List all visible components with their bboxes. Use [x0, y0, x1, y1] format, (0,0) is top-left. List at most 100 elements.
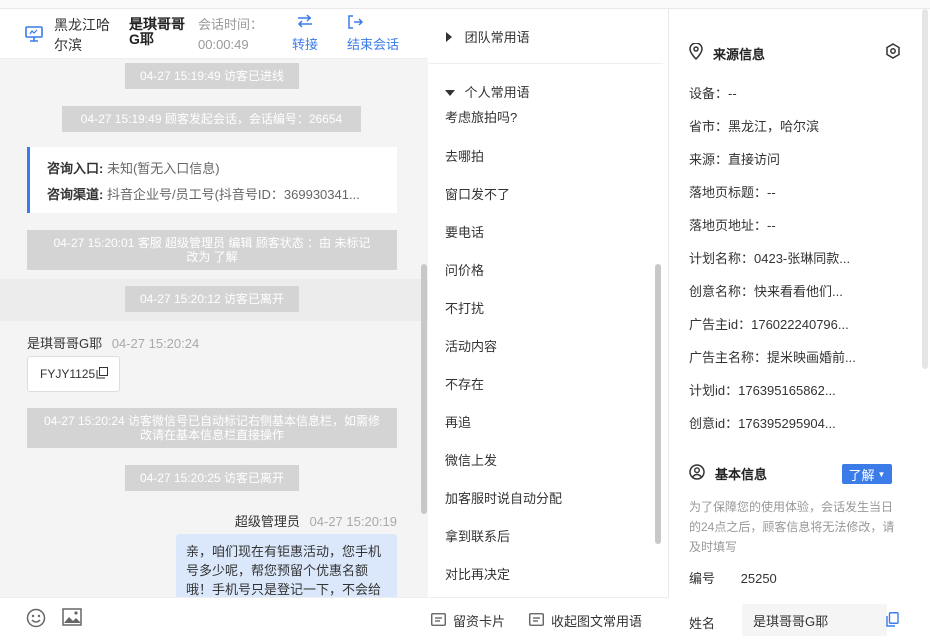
phrase-item[interactable]: 考虑旅拍吗? — [445, 107, 517, 126]
edit-notice-line1: 为了保障您的使用体验，会话发生当日 — [689, 500, 894, 514]
consult-entry-value: 未知(暂无入口信息) — [106, 161, 220, 176]
phrase-item[interactable]: 不存在 — [445, 374, 484, 393]
system-message: 04-27 15:19:49 访客已进线 — [125, 63, 299, 89]
collapse-phrases-button[interactable]: 收起图文常用语 — [529, 611, 642, 630]
visitor-location: 黑龙江哈 尔滨 — [54, 15, 110, 55]
wechat-id-text: FYJY1125 — [40, 367, 96, 381]
app-root: 黑龙江哈 尔滨 是琪哥哥 G耶 会话时间： 00:00:49 转接 结束会话 0… — [0, 0, 930, 642]
collapse-phrases-label: 收起图文常用语 — [551, 614, 643, 629]
copy-name-icon[interactable] — [886, 612, 899, 630]
transfer-icon — [290, 14, 320, 34]
leave-card-label: 留资卡片 — [453, 614, 506, 629]
visitor-name-line1: 是琪哥哥 — [129, 16, 185, 32]
system-message: 04-27 15:20:01 客服 超级管理员 编辑 顾客状态 ：由 未标记 改… — [27, 230, 397, 270]
user-circle-icon — [689, 464, 705, 483]
emoji-icon[interactable] — [26, 608, 46, 631]
number-value: 25250 — [740, 571, 777, 586]
source-info-row: 广告主id：176022240796... — [689, 317, 849, 332]
collapse-icon — [529, 612, 544, 629]
source-info-title: 来源信息 — [713, 46, 766, 62]
visitor-location-line2: 尔滨 — [54, 37, 82, 53]
edit-notice-line2: 的24点之后，顾客信息将无法修改，请 — [689, 520, 895, 534]
source-info-row: 创意id：176395295904... — [689, 416, 836, 431]
phrase-list: 考虑旅拍吗? 去哪拍窗口发不了要电话问价格不打扰活动内容不存在再追微信上发加客服时… — [429, 9, 669, 597]
consult-channel-value: 抖音企业号/员工号(抖音号ID：369930341... — [106, 187, 360, 202]
phrase-item[interactable]: 加客服时说自动分配 — [445, 488, 562, 507]
consult-channel-row: 咨询渠道: 抖音企业号/员工号(抖音号ID：369930341... — [47, 184, 387, 203]
source-info-row: 广告主名称：提米映画婚前... — [689, 350, 856, 365]
session-time-label: 会话时间： — [198, 17, 264, 32]
system-message: 04-27 15:19:49 顾客发起会话，会话编号：26654 — [62, 106, 361, 132]
source-info-header: 来源信息 — [689, 42, 766, 63]
phrase-item[interactable]: 微信上发 — [445, 450, 497, 469]
info-panel: 来源信息 设备：-- 省市：黑龙江，哈尔滨 来源：直接访问 落地页标题：-- 落地页地址… — [670, 9, 930, 642]
chat-scrollbar[interactable] — [421, 264, 427, 514]
status-badge-label: 了解 — [848, 467, 875, 483]
number-row: 编号 25250 — [689, 568, 777, 587]
end-session-button[interactable]: 结束会话 — [347, 14, 407, 53]
leave-card-button[interactable]: 留资卡片 — [431, 611, 505, 630]
name-field[interactable]: 是琪哥哥G耶 — [742, 604, 887, 636]
phrase-item[interactable]: 去哪拍 — [445, 146, 484, 165]
phrase-item[interactable]: 问价格 — [445, 260, 484, 279]
source-info-row: 落地页标题：-- — [689, 185, 776, 200]
basic-info-header: 基本信息 — [689, 464, 767, 483]
message-list[interactable]: 04-27 15:19:49 访客已进线 04-27 15:19:49 顾客发起… — [0, 59, 428, 597]
chevron-down-icon: ▼ — [877, 469, 886, 479]
phrases-scrollbar[interactable] — [655, 264, 661, 544]
phrase-item[interactable]: 再追 — [445, 412, 471, 431]
source-info-row: 落地页地址：-- — [689, 218, 776, 233]
phrase-item[interactable]: 要电话 — [445, 222, 484, 241]
agent-message-meta: 超级管理员 04-27 15:20:19 — [235, 511, 397, 530]
agent-message-bubble: 亲，咱们现在有钜惠活动，您手机号多少呢，帮您预留个优惠名额哦！手机号只是登记一下… — [176, 534, 397, 597]
top-strip — [0, 0, 930, 9]
phrase-item[interactable]: 对比再决定 — [445, 564, 510, 583]
number-label: 编号 — [689, 571, 716, 586]
edit-notice-line3: 及时填写 — [689, 540, 738, 554]
session-time-value: 00:00:49 — [198, 37, 249, 52]
visitor-message-meta: 是琪哥哥G耶 04-27 15:20:24 — [27, 333, 199, 352]
monitor-icon — [25, 26, 43, 45]
source-info-row: 设备：-- — [689, 86, 737, 101]
chat-footer — [0, 597, 428, 642]
agent-sender: 超级管理员 — [234, 514, 300, 529]
consult-channel-label: 咨询渠道: — [47, 187, 104, 202]
source-info-row: 计划名称：0423-张琳同款... — [689, 251, 851, 266]
copy-icon[interactable] — [96, 366, 109, 382]
source-info-row: 计划id：176395165862... — [689, 383, 836, 398]
source-info-row: 来源：直接访问 — [689, 152, 781, 167]
session-time: 会话时间： 00:00:49 — [198, 15, 263, 55]
chat-panel: 黑龙江哈 尔滨 是琪哥哥 G耶 会话时间： 00:00:49 转接 结束会话 0… — [0, 9, 428, 642]
phrase-item[interactable]: 不打扰 — [445, 298, 484, 317]
basic-info-title: 基本信息 — [715, 467, 768, 482]
system-message: 04-27 15:20:24 访客微信号已自动标记右侧基本信息栏，如需修改请在基… — [27, 408, 397, 448]
transfer-button[interactable]: 转接 — [290, 14, 320, 53]
visitor-name-line2: G耶 — [129, 31, 154, 47]
exit-icon — [347, 14, 407, 34]
visitor-sender: 是琪哥哥G耶 — [27, 336, 103, 351]
consult-entry-label: 咨询入口: — [47, 161, 104, 176]
phrases-panel: 团队常用语 个人常用语 考虑旅拍吗? 去哪拍 窗口发不了 要电话 问价格 不打扰 活动内容不… — [429, 9, 669, 642]
visitor-name: 是琪哥哥 G耶 — [129, 17, 185, 47]
status-badge[interactable]: 了解 ▼ — [842, 464, 892, 484]
transfer-label: 转接 — [291, 37, 318, 52]
end-session-label: 结束会话 — [347, 37, 400, 52]
phrase-item[interactable]: 拿到联系后 — [445, 526, 510, 545]
source-info-row: 省市：黑龙江，哈尔滨 — [689, 119, 820, 134]
location-pin-icon — [689, 42, 703, 63]
consult-entry-row: 咨询入口: 未知(暂无入口信息) — [47, 158, 220, 177]
info-scrollbar[interactable] — [922, 9, 928, 369]
settings-icon[interactable] — [885, 43, 901, 62]
consult-info-card: 咨询入口: 未知(暂无入口信息) 咨询渠道: 抖音企业号/员工号(抖音号ID：3… — [27, 147, 397, 213]
edit-notice: 为了保障您的使用体验，会话发生当日 的24点之后，顾客信息将无法修改，请 及时填… — [689, 497, 894, 557]
system-message: 04-27 15:20:12 访客已离开 — [125, 286, 299, 312]
chat-header: 黑龙江哈 尔滨 是琪哥哥 G耶 会话时间： 00:00:49 转接 结束会话 — [0, 9, 428, 59]
image-icon[interactable] — [62, 608, 82, 629]
wechat-id-bubble[interactable]: FYJY1125 — [27, 356, 120, 392]
source-info-row: 创意名称：快来看看他们... — [689, 284, 843, 299]
name-label: 姓名 — [689, 616, 716, 631]
phrase-item[interactable]: 窗口发不了 — [445, 184, 510, 203]
visitor-time: 04-27 15:20:24 — [111, 336, 200, 351]
system-message: 04-27 15:20:25 访客已离开 — [125, 465, 299, 491]
phrase-item[interactable]: 活动内容 — [445, 336, 497, 355]
